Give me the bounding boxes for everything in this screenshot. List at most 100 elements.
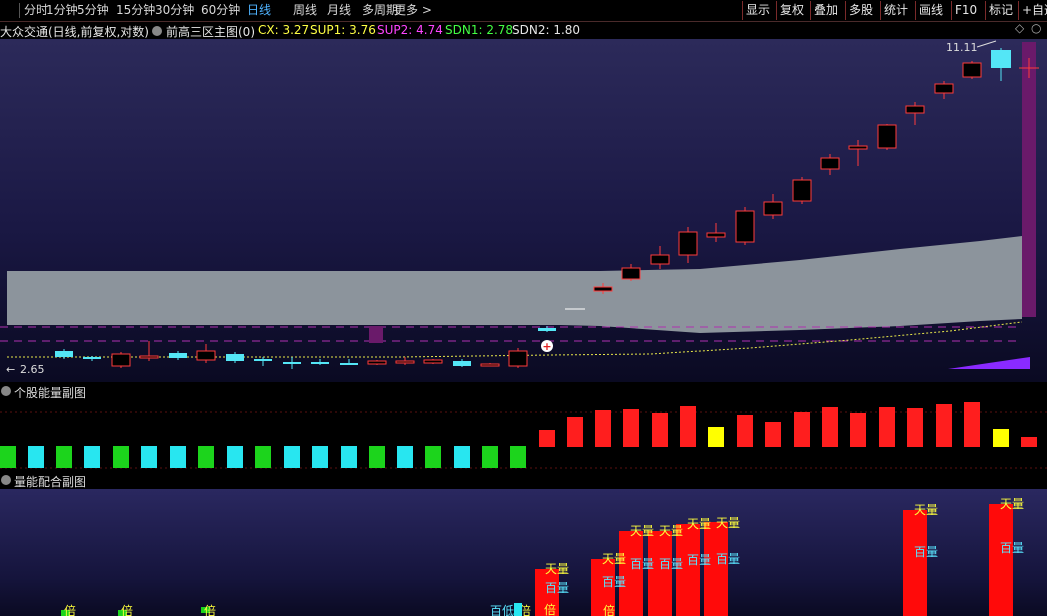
sub1-title[interactable]: 个股能量副图 — [14, 384, 86, 401]
bai-liang-label: 百量 — [630, 557, 654, 571]
energy-bar — [113, 446, 129, 468]
energy-bar — [879, 407, 895, 447]
toolbar-separator — [19, 3, 20, 18]
candle — [453, 359, 471, 367]
resistance-band — [7, 236, 1022, 333]
bai-liang-label: 百量 — [545, 581, 569, 595]
candle — [678, 227, 698, 263]
candle — [962, 61, 982, 79]
period-tab[interactable]: 分时 — [24, 2, 48, 19]
volume-bar — [989, 504, 1013, 616]
tian-liang-label: 天量 — [602, 552, 626, 566]
diamond-icon[interactable]: ◇ — [1015, 21, 1024, 35]
energy-bar — [227, 446, 243, 468]
indicator-name[interactable]: 前高三区主图(0) — [166, 23, 255, 40]
high-arrow-icon — [976, 40, 997, 48]
energy-bar — [454, 446, 470, 468]
energy-bar — [850, 413, 866, 447]
energy-bar — [369, 446, 385, 468]
toolbar-button[interactable]: 复权 — [776, 1, 807, 20]
volume-bar — [648, 531, 672, 616]
close-icon[interactable]: ○ — [1031, 21, 1041, 35]
right-purple-bar — [1022, 42, 1036, 317]
candle — [226, 352, 244, 363]
volume-bar — [704, 522, 728, 616]
candle — [508, 348, 528, 368]
toolbar-button[interactable]: 叠加 — [810, 1, 841, 20]
period-tab[interactable]: 多周期 — [362, 2, 398, 19]
candle — [991, 48, 1011, 81]
stock-title[interactable]: 大众交通(日线,前复权,对数) — [0, 23, 149, 40]
candle — [311, 359, 329, 365]
energy-bar — [936, 404, 952, 447]
energy-bar — [595, 410, 611, 447]
candle — [480, 363, 500, 367]
candle — [706, 223, 726, 242]
bei-label: 倍 — [64, 603, 76, 616]
energy-bar — [28, 446, 44, 468]
energy-bar — [993, 429, 1009, 447]
period-tab[interactable]: 15分钟 — [116, 2, 155, 19]
candle — [283, 357, 301, 369]
period-tab[interactable]: 1分钟 — [46, 2, 78, 19]
period-tab[interactable]: 日线 — [247, 2, 271, 19]
candle — [877, 124, 897, 150]
toolbar-button[interactable]: 统计 — [880, 1, 911, 20]
candle — [83, 356, 101, 361]
energy-bars — [0, 402, 1047, 469]
low-arrow-icon: ← — [6, 363, 15, 376]
energy-bar — [539, 430, 555, 447]
period-tab[interactable]: 5分钟 — [77, 2, 109, 19]
energy-bar — [56, 446, 72, 468]
period-tab[interactable]: 60分钟 — [201, 2, 240, 19]
toolbar-button[interactable]: F10 — [951, 1, 980, 20]
energy-bar — [1021, 437, 1037, 447]
energy-bar — [341, 446, 357, 468]
energy-bar — [652, 413, 668, 447]
energy-bar — [510, 446, 526, 468]
period-tab[interactable]: 30分钟 — [155, 2, 194, 19]
main-price-chart[interactable]: + 11.11 ← 2.65 — [0, 39, 1047, 382]
candle — [55, 349, 73, 359]
candle — [905, 102, 925, 125]
candle — [423, 359, 443, 364]
toolbar-button[interactable]: +自选 — [1018, 1, 1047, 20]
toolbar-button[interactable]: 标记 — [985, 1, 1016, 20]
period-tab[interactable]: 更多 > — [394, 2, 432, 19]
energy-bar — [255, 446, 271, 468]
energy-subchart[interactable] — [0, 400, 1047, 472]
sub1-menu-icon[interactable] — [1, 386, 11, 396]
toolbar-button[interactable]: 多股 — [845, 1, 876, 20]
low-price-label: 2.65 — [20, 363, 45, 376]
period-tab[interactable]: 月线 — [327, 2, 351, 19]
toolbar-button[interactable]: 显示 — [742, 1, 773, 20]
energy-bar — [765, 422, 781, 447]
toolbar-button[interactable]: 画线 — [915, 1, 946, 20]
energy-bar — [708, 427, 724, 447]
candle — [254, 357, 272, 366]
candle — [820, 154, 840, 175]
candlestick-chart[interactable]: + 11.11 ← 2.65 — [0, 39, 1047, 382]
candle — [621, 264, 641, 281]
bai-liang-label: 百量 — [602, 575, 626, 589]
energy-bar — [822, 407, 838, 447]
bai-liang-label: 百量 — [687, 553, 711, 567]
signal-marker-plus: + — [542, 340, 551, 353]
sub2-menu-icon[interactable] — [1, 475, 11, 485]
tian-liang-label: 天量 — [545, 562, 569, 576]
sub2-header: 量能配合副图 — [0, 472, 1047, 490]
energy-bar — [0, 446, 16, 468]
energy-bar — [284, 446, 300, 468]
period-tab[interactable]: 周线 — [293, 2, 317, 19]
sub2-title[interactable]: 量能配合副图 — [14, 473, 86, 490]
bei-label: 倍 — [544, 602, 556, 616]
candle — [367, 360, 387, 365]
volume-bar — [903, 510, 927, 616]
energy-bar — [623, 409, 639, 447]
energy-bar — [425, 446, 441, 468]
indicator-menu-icon[interactable] — [152, 26, 162, 36]
high-price-label: 11.11 — [946, 41, 978, 54]
volume-match-subchart[interactable]: 天量 百量倍天量 百量倍天量 百量 天量 百量 天量 百量 天量 百量 天量 百量 天量 百量 百低倍倍倍倍 — [0, 489, 1047, 616]
candle — [735, 207, 755, 245]
left-purple-block — [369, 326, 383, 343]
